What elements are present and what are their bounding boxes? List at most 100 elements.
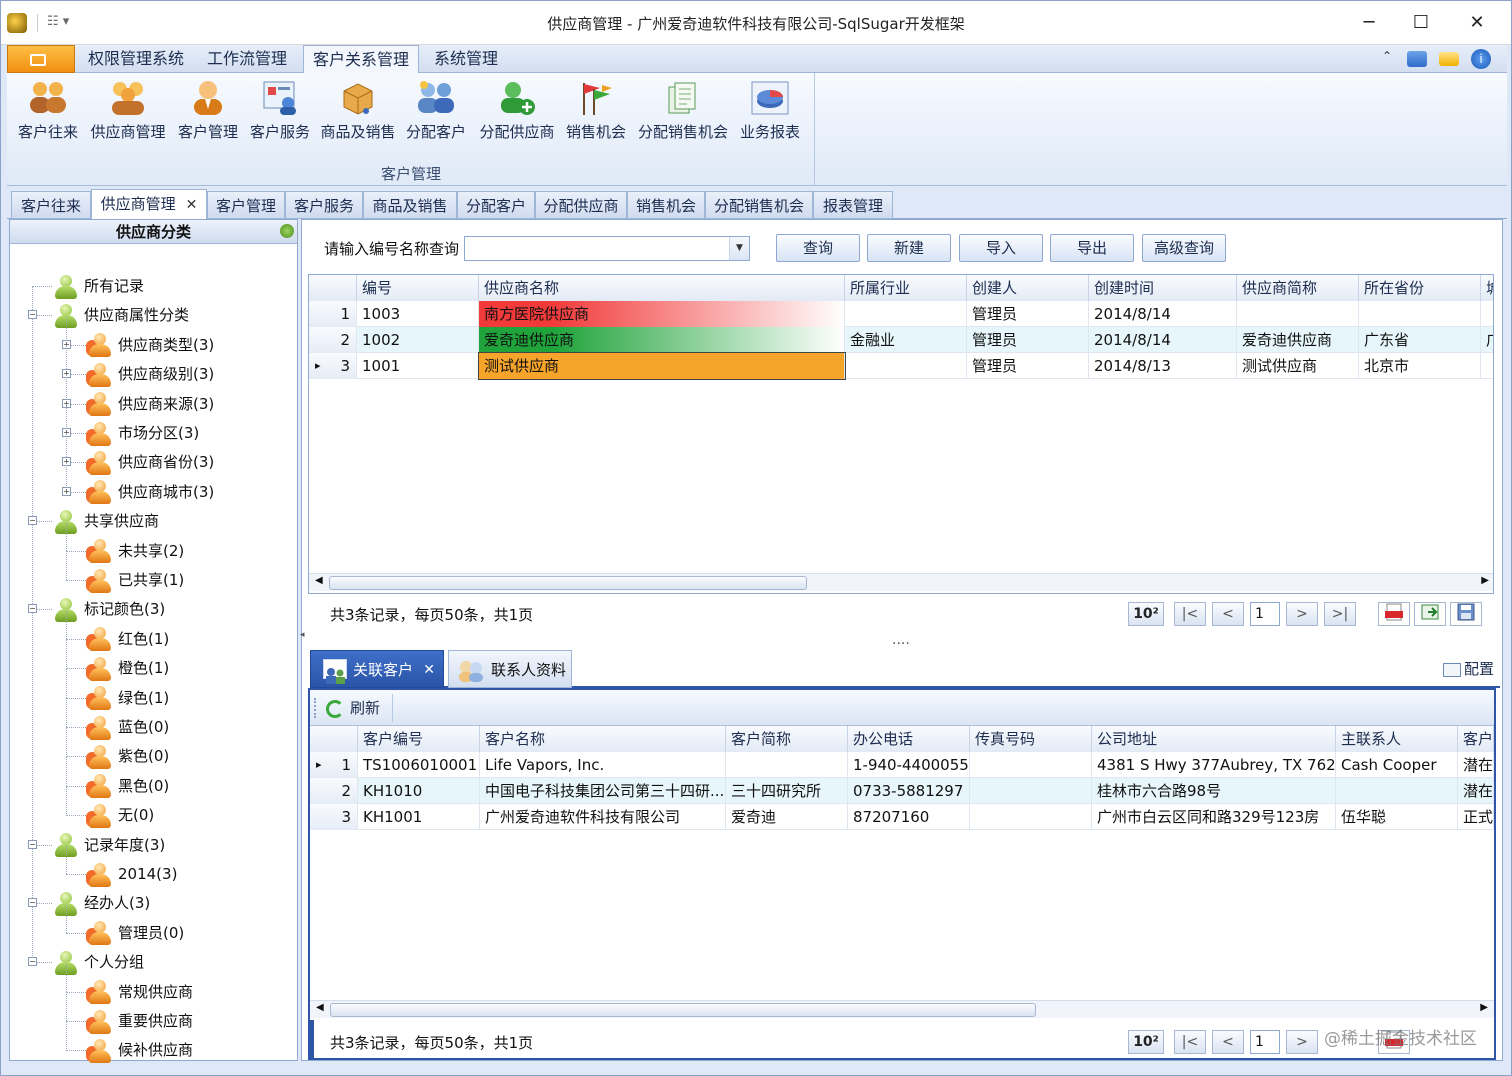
tree-node[interactable]: 紫色(0) xyxy=(86,742,169,771)
doc-tab-assign-sales-opportunity[interactable]: 分配销售机会 xyxy=(705,191,813,219)
close-tab-icon[interactable]: ✕ xyxy=(186,197,198,213)
doc-tab-assign-supplier[interactable]: 分配供应商 xyxy=(535,191,627,219)
page-number-input-bottom[interactable]: 1 xyxy=(1250,1030,1280,1054)
table-cell[interactable]: 广州市白云区同和路329号123房 xyxy=(1092,804,1336,830)
export-pdf-icon[interactable] xyxy=(1378,602,1410,626)
tree-node[interactable]: 无(0) xyxy=(86,801,154,830)
scroll-right-icon[interactable]: ▶ xyxy=(1480,1002,1488,1013)
table-cell[interactable]: 2014/8/14 xyxy=(1089,301,1237,327)
horizontal-scrollbar[interactable]: ◀ ▶ xyxy=(309,573,1493,591)
table-cell[interactable]: Cash Cooper xyxy=(1336,752,1458,778)
horizontal-scrollbar[interactable]: ◀ ▶ xyxy=(310,1000,1494,1018)
maximize-button[interactable]: ☐ xyxy=(1401,9,1441,37)
ribbon-btn-supplier-management[interactable]: 供应商管理 xyxy=(89,79,167,149)
application-menu-button[interactable] xyxy=(7,45,75,73)
row-number[interactable]: ▸ 3 xyxy=(309,353,357,379)
column-header[interactable]: 所在省份 xyxy=(1359,275,1481,301)
first-page-button[interactable]: |< xyxy=(1174,602,1206,626)
tree-node[interactable]: 供应商来源(3) xyxy=(86,390,214,419)
table-cell[interactable]: 北京市 xyxy=(1359,353,1481,379)
doc-tab-report-management[interactable]: 报表管理 xyxy=(813,191,893,219)
table-row[interactable]: 1 1003 南方医院供应商 管理员 2014/8/14 xyxy=(309,301,1493,327)
scroll-left-icon[interactable]: ◀ xyxy=(316,1002,324,1013)
table-cell[interactable]: KH1001 xyxy=(358,804,480,830)
table-cell[interactable]: 2014/8/13 xyxy=(1089,353,1237,379)
column-header[interactable]: 所属行业 xyxy=(845,275,967,301)
table-cell[interactable]: 桂林市六合路98号 xyxy=(1092,778,1336,804)
table-cell[interactable] xyxy=(845,353,967,379)
detail-tab-contacts[interactable]: 联系人资料 xyxy=(448,650,572,688)
table-row[interactable]: 3 KH1001 广州爱奇迪软件科技有限公司 爱奇迪 87207160 广州市白云区同和路… xyxy=(310,804,1494,830)
tree-node[interactable]: 绿色(1) xyxy=(86,684,169,713)
tree-node[interactable]: 红色(1) xyxy=(86,625,169,654)
table-cell[interactable]: 管理员 xyxy=(967,353,1089,379)
supplier-grid[interactable]: 编号供应商名称所属行业创建人创建时间供应商简称所在省份城 1 1003南方医院供应商… xyxy=(308,274,1494,594)
column-header[interactable]: 客户 xyxy=(1458,726,1494,752)
table-row[interactable]: 2 KH1010 中国电子科技集团公司第三十四研... 三十四研究所 0733-5881… xyxy=(310,778,1494,804)
table-cell[interactable]: 1003 xyxy=(357,301,479,327)
ribbon-btn-customer-contacts[interactable]: 客户往来 xyxy=(13,79,83,149)
table-row[interactable]: 21002爱奇迪供应商金融业管理员2014/8/14爱奇迪供应商广东省广 xyxy=(309,327,1493,353)
table-cell[interactable] xyxy=(1359,301,1481,327)
table-cell[interactable]: 广 xyxy=(1481,327,1493,353)
expand-icon[interactable]: + xyxy=(62,486,71,496)
column-header[interactable]: 客户简称 xyxy=(726,726,848,752)
table-cell[interactable]: TS1006010001 xyxy=(358,752,480,778)
collapse-left-icon[interactable]: ◂ xyxy=(300,630,305,640)
row-number[interactable]: ▸ 1 xyxy=(310,752,358,778)
ribbon-btn-assign-customer[interactable]: 分配客户 xyxy=(403,79,469,149)
row-number[interactable]: 2 xyxy=(309,327,357,353)
import-button[interactable]: 导入 xyxy=(959,234,1043,262)
close-button[interactable]: ✕ xyxy=(1457,9,1497,37)
dropdown-arrow-icon[interactable]: ▼ xyxy=(729,237,749,260)
column-header[interactable]: 传真号码 xyxy=(970,726,1092,752)
table-cell[interactable] xyxy=(1237,301,1359,327)
minimize-button[interactable]: ─ xyxy=(1349,9,1389,37)
advanced-query-button[interactable]: 高级查询 xyxy=(1142,234,1226,262)
table-cell[interactable] xyxy=(970,778,1092,804)
column-header[interactable]: 主联系人 xyxy=(1336,726,1458,752)
column-header[interactable]: 创建时间 xyxy=(1089,275,1237,301)
tree-node[interactable]: 未共享(2) xyxy=(86,537,184,566)
ribbon-btn-sales-opportunity[interactable]: 销售机会 xyxy=(563,79,629,149)
table-cell[interactable]: 爱奇迪供应商 xyxy=(479,327,845,353)
next-page-button[interactable]: > xyxy=(1286,602,1318,626)
table-cell[interactable]: 潜在 xyxy=(1458,778,1494,804)
tree-node[interactable]: 供应商类型(3) xyxy=(86,331,214,360)
table-cell[interactable] xyxy=(1336,778,1458,804)
new-button[interactable]: 新建 xyxy=(867,234,951,262)
next-page-button-bottom[interactable]: > xyxy=(1286,1030,1318,1054)
table-cell[interactable]: 三十四研究所 xyxy=(726,778,848,804)
collapse-icon[interactable]: − xyxy=(28,310,37,320)
column-header[interactable]: 编号 xyxy=(357,275,479,301)
prev-page-button[interactable]: < xyxy=(1212,602,1244,626)
table-cell[interactable]: 2014/8/14 xyxy=(1089,327,1237,353)
collapse-icon[interactable]: − xyxy=(28,898,37,908)
table-cell[interactable]: 管理员 xyxy=(967,327,1089,353)
table-cell[interactable] xyxy=(970,804,1092,830)
table-cell[interactable]: 广州爱奇迪软件科技有限公司 xyxy=(480,804,726,830)
table-cell[interactable] xyxy=(970,752,1092,778)
collapse-icon[interactable]: − xyxy=(28,604,37,614)
table-cell[interactable] xyxy=(845,301,967,327)
table-cell[interactable]: 测试供应商 xyxy=(478,352,846,380)
table-cell[interactable]: 0733-5881297 xyxy=(848,778,970,804)
export-button[interactable]: 导出 xyxy=(1050,234,1134,262)
ribbon-btn-customer-service[interactable]: 客户服务 xyxy=(247,79,313,149)
scroll-left-icon[interactable]: ◀ xyxy=(315,575,323,586)
column-header[interactable]: 办公电话 xyxy=(848,726,970,752)
table-cell[interactable]: 爱奇迪 xyxy=(726,804,848,830)
page-number-input[interactable]: 1 xyxy=(1250,602,1280,626)
tree-node[interactable]: 标记颜色(3) xyxy=(52,595,165,624)
tree-node[interactable]: 记录年度(3) xyxy=(52,831,165,860)
query-button[interactable]: 查询 xyxy=(776,234,860,262)
column-header[interactable]: 客户名称 xyxy=(480,726,726,752)
tree-node[interactable]: 供应商属性分类 xyxy=(52,301,189,330)
info-icon[interactable]: i xyxy=(1471,49,1491,69)
search-input[interactable]: ▼ xyxy=(464,236,750,261)
table-cell[interactable] xyxy=(1481,301,1493,327)
splitter-handle[interactable]: .... xyxy=(892,632,910,648)
table-row[interactable]: ▸ 1 TS1006010001 Life Vapors, Inc. 1-940-440… xyxy=(310,752,1494,778)
column-header[interactable]: 公司地址 xyxy=(1092,726,1336,752)
table-cell[interactable] xyxy=(726,752,848,778)
